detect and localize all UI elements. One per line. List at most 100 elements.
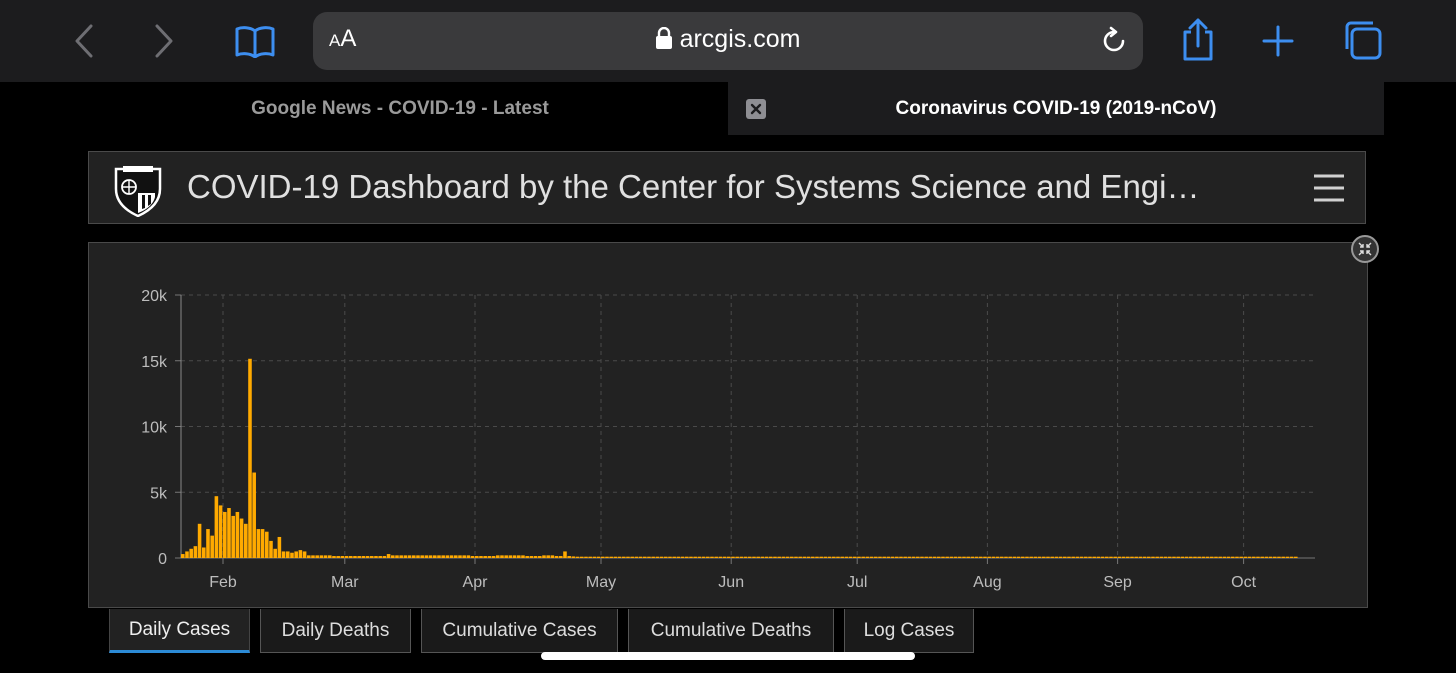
bar: [1205, 556, 1210, 558]
bar: [1046, 556, 1050, 558]
bar: [269, 540, 273, 558]
reload-button[interactable]: [1099, 26, 1129, 60]
bar: [1025, 556, 1029, 558]
bar: [958, 556, 962, 558]
menu-button[interactable]: [1313, 172, 1345, 204]
bar: [1268, 556, 1273, 558]
tab-overview-button[interactable]: [1340, 20, 1384, 62]
bar: [407, 555, 412, 558]
bar: [340, 556, 345, 558]
bar: [1088, 556, 1092, 558]
x-tick-label: Feb: [209, 574, 237, 591]
bar: [1155, 556, 1159, 558]
bar: [790, 556, 794, 558]
bar: [878, 556, 882, 558]
bar: [218, 505, 223, 558]
x-tick-label: Oct: [1231, 574, 1256, 591]
bar: [546, 555, 550, 558]
bar: [777, 556, 781, 558]
bar: [1079, 556, 1084, 558]
forward-button[interactable]: [150, 22, 178, 60]
tab-coronavirus-dashboard[interactable]: Coronavirus COVID-19 (2019-nCoV): [728, 82, 1384, 135]
bar: [1050, 556, 1054, 558]
bar: [475, 556, 479, 558]
tab-daily-cases[interactable]: Daily Cases: [109, 609, 250, 653]
bar: [857, 556, 861, 558]
dashboard-header: COVID-19 Dashboard by the Center for Sys…: [88, 151, 1366, 224]
tab-close-button[interactable]: [746, 99, 766, 119]
tab-daily-deaths[interactable]: Daily Deaths: [260, 609, 411, 653]
bar: [1256, 556, 1260, 558]
bar: [1222, 556, 1227, 558]
bar: [554, 556, 559, 558]
bar: [592, 556, 597, 558]
bar: [571, 556, 576, 558]
bar: [386, 554, 391, 558]
tab-log-cases[interactable]: Log Cases: [844, 609, 974, 653]
bar: [1134, 556, 1138, 558]
bar: [277, 536, 282, 558]
bar: [281, 551, 286, 558]
tab-label: Daily Cases: [128, 618, 231, 640]
bar: [1075, 556, 1080, 558]
bookmarks-button[interactable]: [232, 22, 278, 60]
bar: [365, 556, 370, 558]
bar: [819, 556, 823, 558]
daily-cases-chart: 0 5k 10k 15k 20k Feb Mar Apr May Jun Jul Aug Sep Oct: [141, 288, 1315, 591]
bar: [693, 556, 697, 558]
bar: [622, 556, 626, 558]
bar: [315, 555, 319, 558]
tab-cumulative-cases[interactable]: Cumulative Cases: [421, 609, 618, 653]
bar: [1008, 556, 1012, 558]
hamburger-icon: [1314, 174, 1344, 202]
share-button[interactable]: [1178, 18, 1218, 62]
tabs-icon: [1345, 21, 1382, 60]
bar: [911, 556, 916, 558]
bar: [1084, 556, 1088, 558]
address-bar[interactable]: AA arcgis.com: [313, 12, 1143, 70]
bar: [244, 523, 248, 558]
bar: [1105, 556, 1109, 558]
back-button[interactable]: [70, 22, 98, 60]
bar: [617, 556, 622, 558]
bar: [441, 555, 445, 558]
bar: [689, 556, 693, 558]
bar: [605, 556, 609, 558]
bar: [655, 556, 660, 558]
bar: [588, 556, 592, 558]
bar: [1235, 556, 1239, 558]
lock-icon: [655, 27, 672, 49]
bar: [399, 555, 403, 558]
bar: [508, 555, 513, 558]
bar: [764, 556, 769, 558]
tab-google-news[interactable]: Google News - COVID-19 - Latest: [72, 82, 728, 135]
bar: [743, 556, 748, 558]
bar: [1260, 556, 1264, 558]
bar: [937, 556, 941, 558]
bar: [718, 556, 723, 558]
tab-label: Cumulative Cases: [442, 619, 597, 641]
bar: [983, 556, 987, 558]
bar: [496, 555, 500, 558]
bar: [739, 556, 744, 558]
new-tab-button[interactable]: [1260, 22, 1296, 60]
bar: [197, 523, 202, 558]
bar: [1130, 556, 1134, 558]
bar: [735, 556, 739, 558]
bar: [1210, 556, 1214, 558]
bar: [483, 556, 487, 558]
jhu-shield-logo: [113, 163, 163, 221]
bar: [1180, 556, 1185, 558]
bar: [391, 555, 395, 558]
bar: [252, 472, 256, 558]
y-tick-label: 20k: [141, 288, 168, 305]
bar: [781, 556, 786, 558]
tab-cumulative-deaths[interactable]: Cumulative Deaths: [628, 609, 834, 653]
collapse-panel-button[interactable]: [1351, 235, 1379, 263]
bar: [991, 556, 996, 558]
bar: [580, 556, 584, 558]
bar: [307, 555, 311, 558]
bar: [559, 556, 563, 558]
bar: [563, 551, 567, 558]
tab-label: Google News - COVID-19 - Latest: [251, 97, 549, 119]
